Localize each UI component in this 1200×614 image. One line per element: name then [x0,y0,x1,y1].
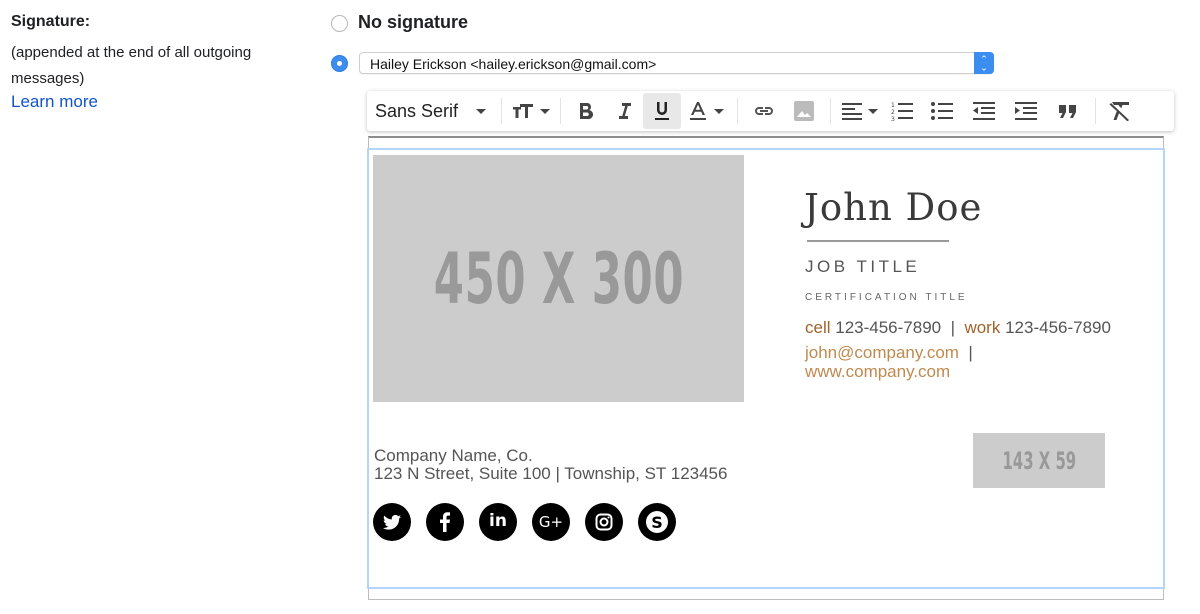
insert-link-button[interactable] [744,93,784,129]
italic-icon [619,103,631,119]
chevron-down-icon [476,108,487,114]
signature-certification: CERTIFICATION TITLE [805,292,968,303]
quote-button[interactable] [1047,93,1089,129]
formatting-toolbar: Sans Serif 123 [367,91,1174,131]
text-color-icon [690,102,706,120]
quote-icon [1059,105,1076,118]
remove-formatting-icon [1109,102,1129,121]
learn-more-link[interactable]: Learn more [11,92,98,112]
signature-contact: john@company.com | www.company.com [805,343,973,381]
profile-image-placeholder-text: 450 X 300 [433,237,684,320]
font-size-button[interactable] [508,93,554,129]
link-icon [755,107,773,115]
signature-description: (appended at the end of all outgoing mes… [11,44,252,87]
no-signature-radio[interactable] [331,15,348,32]
indent-less-icon [973,102,995,120]
work-number: 123-456-7890 [1005,318,1111,337]
image-icon [794,101,814,121]
work-label: work [964,318,1001,337]
logo-placeholder: 143 X 59 [973,433,1105,488]
website-link[interactable]: www.company.com [805,362,950,381]
font-family-select[interactable]: Sans Serif [375,93,495,129]
indent-less-button[interactable] [963,93,1005,129]
svg-text:2: 2 [891,109,895,116]
align-button[interactable] [837,93,883,129]
bold-button[interactable] [567,93,605,129]
account-signature-radio[interactable] [331,55,348,72]
text-color-button[interactable] [681,93,731,129]
bulleted-list-icon [931,102,953,120]
bold-icon [580,103,594,120]
email-link[interactable]: john@company.com [805,343,959,362]
numbered-list-icon: 123 [891,102,913,121]
bulleted-list-button[interactable] [921,93,963,129]
toolbar-divider [737,98,738,124]
account-select[interactable]: Hailey Erickson <hailey.erickson@gmail.c… [359,52,994,74]
numbered-list-button[interactable]: 123 [883,93,921,129]
signature-phones: cell 123-456-7890 | work 123-456-7890 [805,318,1111,338]
toolbar-divider [1095,98,1096,124]
svg-text:1: 1 [891,102,895,109]
name-divider [807,240,949,242]
contact-separator: | [968,343,973,362]
svg-text:3: 3 [891,116,895,121]
phone-separator: | [950,318,955,337]
twitter-icon[interactable] [373,503,411,541]
company-name: Company Name, Co. [374,446,533,465]
chevron-down-icon [714,108,724,114]
linkedin-icon[interactable]: in [479,503,517,541]
align-left-icon [842,103,862,120]
facebook-icon[interactable] [426,503,464,541]
italic-button[interactable] [605,93,643,129]
signature-job-title: JOB TITLE [805,257,921,276]
chevron-down-icon [868,108,878,114]
skype-icon[interactable]: S [638,503,676,541]
indent-more-icon [1015,102,1037,120]
underline-icon [655,102,669,120]
logo-placeholder-text: 143 X 59 [1002,446,1076,475]
company-address: 123 N Street, Suite 100 | Township, ST 1… [374,464,728,483]
toolbar-divider [501,98,502,124]
signature-label: Signature: [11,13,91,30]
google-plus-icon[interactable]: G+ [532,503,570,541]
insert-image-button[interactable] [784,93,824,129]
remove-formatting-button[interactable] [1102,93,1138,129]
font-family-label: Sans Serif [375,100,459,121]
toolbar-divider [830,98,831,124]
underline-button[interactable] [643,93,681,129]
social-icons: in G+ S [373,503,676,541]
toolbar-divider [560,98,561,124]
indent-more-button[interactable] [1005,93,1047,129]
cell-number: 123-456-7890 [835,318,942,337]
chevron-down-icon [540,108,550,114]
no-signature-label[interactable]: No signature [358,12,468,33]
instagram-icon[interactable] [585,503,623,541]
account-select-value: Hailey Erickson <hailey.erickson@gmail.c… [370,56,657,72]
profile-image-placeholder: 450 X 300 [373,155,744,402]
cell-label: cell [805,318,831,337]
signature-name: John Doe [804,186,983,229]
signature-address-block: Company Name, Co. 123 N Street, Suite 10… [374,447,727,483]
select-stepper-icon[interactable]: ⌃ ⌃ [974,52,994,74]
font-size-icon [513,104,533,118]
